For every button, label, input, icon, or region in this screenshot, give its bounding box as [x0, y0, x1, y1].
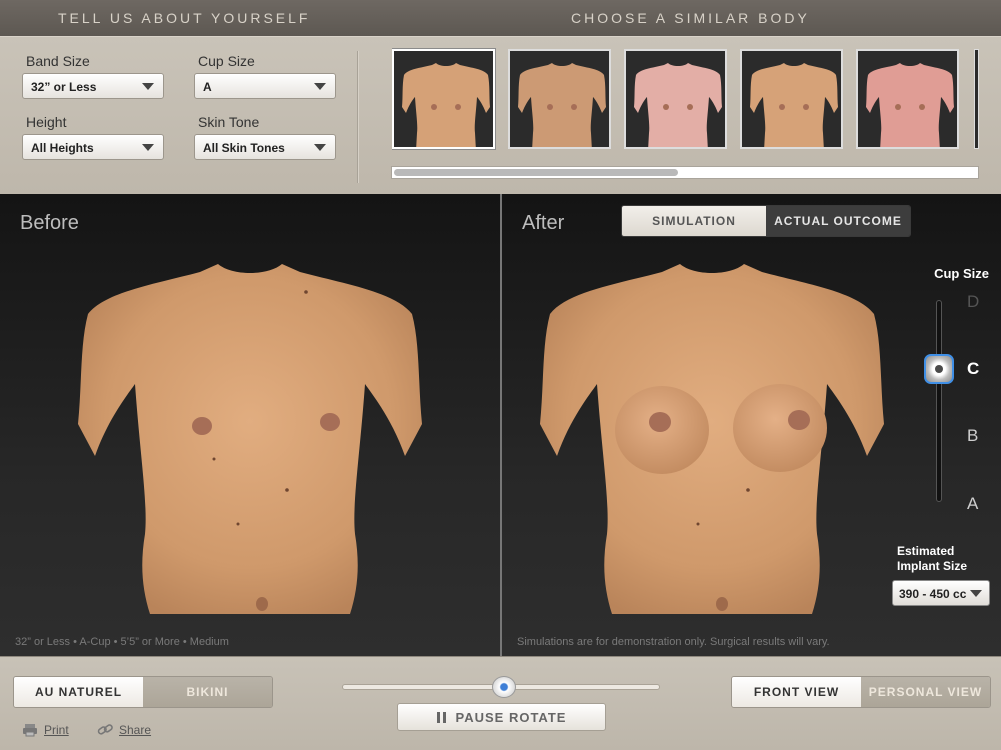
- band-size-value: 32” or Less: [31, 80, 97, 94]
- implant-size-title: Estimated Implant Size: [897, 544, 967, 574]
- body-thumbnail[interactable]: [508, 49, 611, 149]
- cup-size-value: A: [203, 80, 212, 94]
- au-naturel-button[interactable]: AU NATUREL: [14, 677, 143, 707]
- band-size-select[interactable]: 32” or Less: [22, 73, 164, 99]
- body-thumbnail[interactable]: [624, 49, 727, 149]
- implant-size-select[interactable]: 390 - 450 cc: [892, 580, 990, 606]
- selection-panel: Band Size 32” or Less Cup Size A Height …: [0, 36, 1001, 194]
- bottom-controls: AU NATUREL BIKINI PAUSE ROTATE FRONT VIE…: [0, 656, 1001, 750]
- printer-icon: [23, 724, 37, 737]
- scrollbar-thumb[interactable]: [394, 169, 678, 176]
- before-torso-image[interactable]: [0, 194, 500, 656]
- skin-tone-select[interactable]: All Skin Tones: [194, 134, 336, 160]
- print-label: Print: [44, 723, 69, 737]
- height-label: Height: [26, 114, 67, 130]
- body-thumbnail[interactable]: [856, 49, 959, 149]
- link-chain-icon: [97, 724, 113, 735]
- share-link[interactable]: Share: [97, 723, 151, 737]
- body-thumbnail-strip: [392, 47, 979, 151]
- implant-size-value: 390 - 450 cc: [899, 587, 967, 601]
- skin-tone-label: Skin Tone: [198, 114, 260, 130]
- body-thumbnail-partial[interactable]: [974, 49, 979, 149]
- implant-title-line2: Implant Size: [897, 559, 968, 573]
- section-title-choose-body: CHOOSE A SIMILAR BODY: [571, 10, 810, 26]
- section-title-tell-us: TELL US ABOUT YOURSELF: [58, 10, 311, 26]
- cup-size-slider-title: Cup Size: [934, 266, 989, 281]
- height-value: All Heights: [31, 141, 94, 155]
- before-viewer: Before 32” or Less • A-Cup • 5’5” or Mor…: [0, 194, 500, 656]
- personal-view-button[interactable]: PERSONAL VIEW: [861, 677, 990, 707]
- chevron-down-icon: [314, 83, 326, 90]
- rotation-slider-handle[interactable]: [492, 676, 516, 698]
- pause-rotate-label: PAUSE ROTATE: [455, 709, 567, 725]
- before-caption: 32” or Less • A-Cup • 5’5” or More • Med…: [15, 636, 229, 648]
- thumbnail-scrollbar[interactable]: [391, 166, 979, 179]
- height-select[interactable]: All Heights: [22, 134, 164, 160]
- cup-level-a[interactable]: A: [967, 494, 978, 514]
- simulation-disclaimer: Simulations are for demonstration only. …: [517, 636, 830, 648]
- header-bar: TELL US ABOUT YOURSELF CHOOSE A SIMILAR …: [0, 0, 1001, 36]
- cup-level-b[interactable]: B: [967, 426, 978, 446]
- chevron-down-icon: [314, 144, 326, 151]
- pause-icon: [436, 711, 446, 723]
- share-label: Share: [119, 723, 152, 737]
- cup-size-slider-handle[interactable]: [924, 354, 954, 384]
- cup-size-label: Cup Size: [198, 53, 255, 69]
- skin-tone-value: All Skin Tones: [203, 141, 285, 155]
- print-link[interactable]: Print: [22, 723, 69, 737]
- front-view-button[interactable]: FRONT VIEW: [732, 677, 861, 707]
- cup-size-select[interactable]: A: [194, 73, 336, 99]
- chevron-down-icon: [970, 590, 982, 597]
- cup-size-slider-track[interactable]: [936, 300, 942, 502]
- implant-title-line1: Estimated: [897, 544, 955, 558]
- panel-divider: [357, 51, 358, 183]
- cup-level-d[interactable]: D: [967, 292, 979, 312]
- view-toggle: FRONT VIEW PERSONAL VIEW: [731, 676, 991, 708]
- chevron-down-icon: [142, 144, 154, 151]
- clothing-mode-toggle: AU NATUREL BIKINI: [13, 676, 273, 708]
- body-thumbnail[interactable]: [740, 49, 843, 149]
- band-size-label: Band Size: [26, 53, 90, 69]
- after-viewer: After SIMULATION ACTUAL OUTCOME Cup Size…: [502, 194, 1001, 656]
- body-thumbnail[interactable]: [392, 49, 495, 149]
- cup-level-c[interactable]: C: [967, 359, 979, 379]
- after-torso-image[interactable]: [502, 194, 922, 656]
- chevron-down-icon: [142, 83, 154, 90]
- pause-rotate-button[interactable]: PAUSE ROTATE: [397, 703, 606, 731]
- bikini-button[interactable]: BIKINI: [143, 677, 272, 707]
